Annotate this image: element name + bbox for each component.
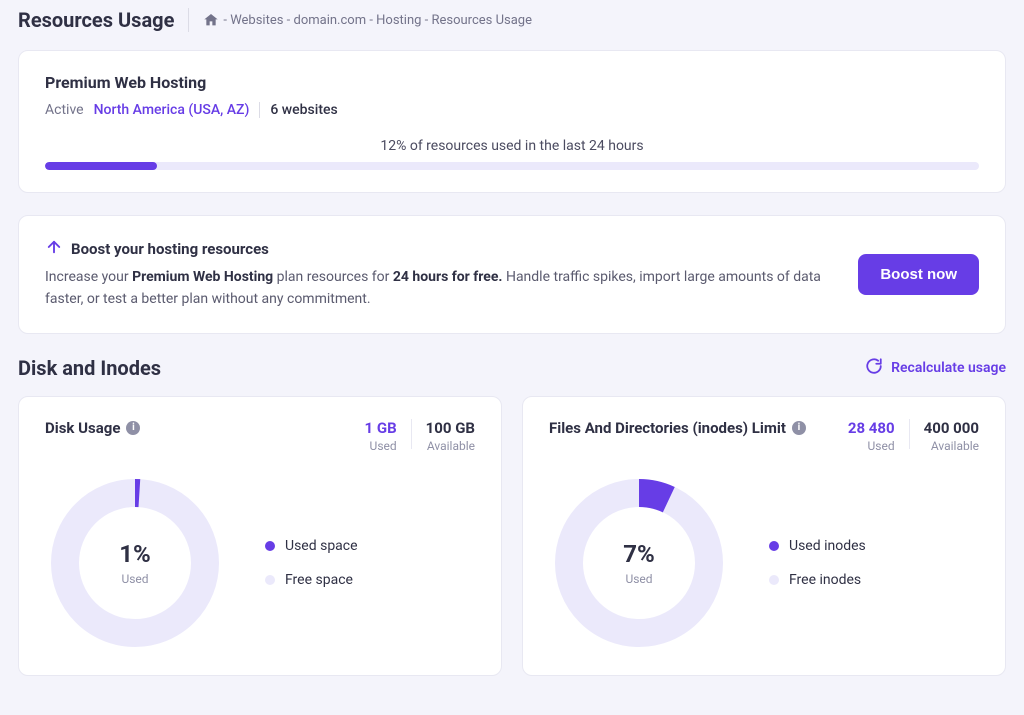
legend-item-used: Used inodes [769,538,866,554]
progress-bar [45,162,979,170]
arrow-up-icon [45,238,63,260]
inodes-legend: Used inodes Free inodes [769,538,866,588]
dot-icon [265,575,275,585]
usage-panels: Disk Usage i 1 GB Used 100 GB Available … [18,396,1006,676]
page-title: Resources Usage [18,8,174,32]
inodes-used-value: 28 480 [848,419,895,437]
page-header: Resources Usage - Websites - domain.com … [18,8,1006,32]
disk-legend: Used space Free space [265,538,358,588]
plan-meta: Active North America (USA, AZ) 6 website… [45,102,979,118]
disk-percent-label: Used [121,572,148,586]
refresh-icon [865,357,883,379]
inodes-available-label: Available [924,439,979,453]
boost-title-text: Boost your hosting resources [71,240,269,258]
recalculate-label: Recalculate usage [891,360,1006,376]
inodes-donut-chart: 7% Used [549,473,729,653]
divider [259,102,260,118]
disk-donut-chart: 1% Used [45,473,225,653]
plan-status: Active [45,102,84,118]
home-icon[interactable] [203,12,219,28]
inodes-percent-label: Used [625,572,652,586]
disk-used-value: 1 GB [365,419,397,437]
inodes-percent: 7% [623,540,655,568]
disk-used-label: Used [365,439,397,453]
plan-name: Premium Web Hosting [45,73,979,92]
section-title: Disk and Inodes [18,356,161,380]
plan-card: Premium Web Hosting Active North America… [18,50,1006,193]
plan-sites: 6 websites [270,102,337,118]
inodes-panel-title: Files And Directories (inodes) Limit i [549,419,806,437]
divider [411,419,412,449]
recalculate-button[interactable]: Recalculate usage [865,357,1006,379]
legend-item-free: Free space [265,572,358,588]
breadcrumb[interactable]: - Websites - domain.com - Hosting - Reso… [203,12,532,28]
disk-usage-panel: Disk Usage i 1 GB Used 100 GB Available … [18,396,502,676]
progress-fill [45,162,157,170]
divider [909,419,910,449]
info-icon[interactable]: i [792,421,806,435]
info-icon[interactable]: i [126,421,140,435]
legend-item-used: Used space [265,538,358,554]
dot-icon [265,541,275,551]
inodes-panel: Files And Directories (inodes) Limit i 2… [522,396,1006,676]
inodes-used-label: Used [848,439,895,453]
disk-metrics: 1 GB Used 100 GB Available [365,419,475,453]
dot-icon [769,541,779,551]
disk-available-value: 100 GB [426,419,475,437]
boost-content: Boost your hosting resources Increase yo… [45,238,838,311]
legend-item-free: Free inodes [769,572,866,588]
section-header: Disk and Inodes Recalculate usage [18,356,1006,380]
disk-percent: 1% [119,540,151,568]
inodes-available-value: 400 000 [924,419,979,437]
progress-label: 12% of resources used in the last 24 hou… [45,138,979,154]
boost-card: Boost your hosting resources Increase yo… [18,215,1006,334]
inodes-metrics: 28 480 Used 400 000 Available [848,419,979,453]
plan-region[interactable]: North America (USA, AZ) [94,102,250,118]
breadcrumb-text: - Websites - domain.com - Hosting - Reso… [223,13,532,28]
disk-panel-title: Disk Usage i [45,419,140,437]
boost-title: Boost your hosting resources [45,238,838,260]
boost-description: Increase your Premium Web Hosting plan r… [45,266,838,311]
dot-icon [769,575,779,585]
boost-now-button[interactable]: Boost now [858,254,979,295]
disk-available-label: Available [426,439,475,453]
divider [188,8,189,32]
